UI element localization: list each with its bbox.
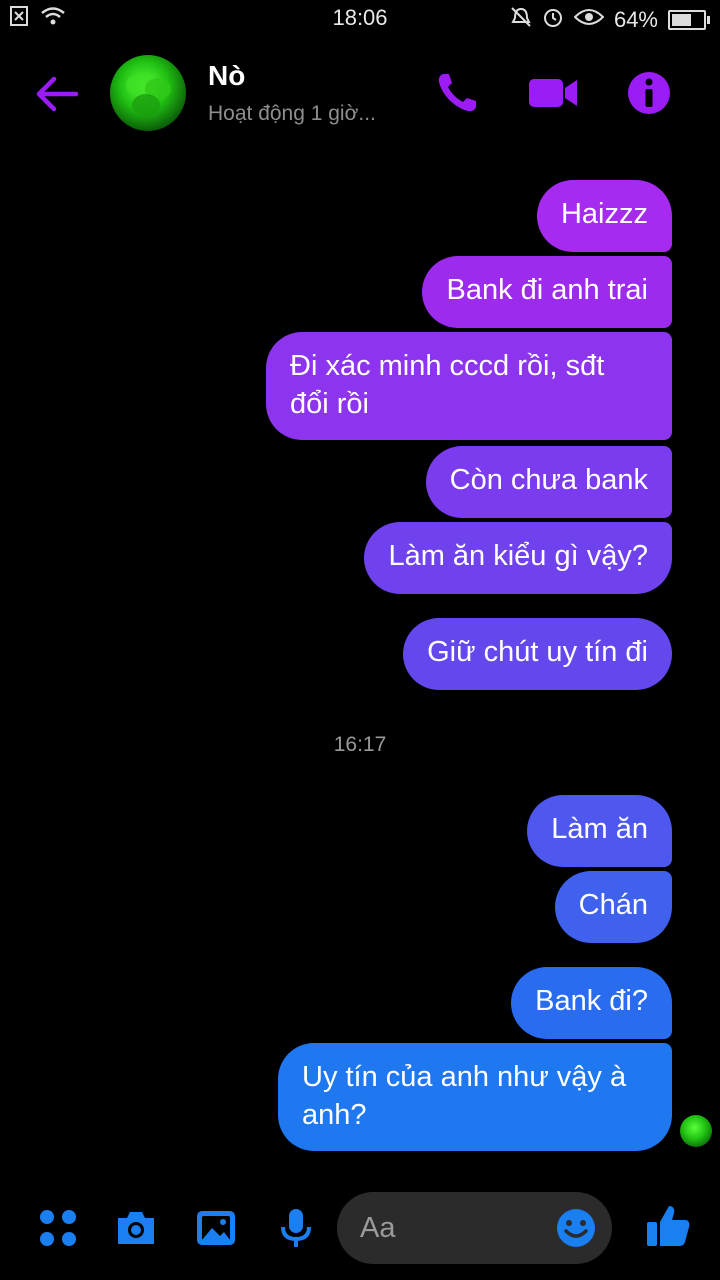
like-button[interactable]	[644, 1202, 692, 1250]
info-icon	[628, 72, 670, 114]
voice-call-button[interactable]	[432, 68, 482, 118]
video-icon	[529, 79, 577, 107]
message-row: Bank đi anh trai	[422, 256, 672, 328]
contact-name[interactable]: Nò	[208, 60, 245, 92]
back-button[interactable]	[30, 70, 82, 118]
message-bubble[interactable]: Làm ăn	[527, 795, 672, 867]
message-row: Làm ăn kiểu gì vậy?	[364, 522, 672, 594]
conversation-header: Nò Hoạt động 1 giờ...	[0, 40, 720, 150]
like-icon	[647, 1206, 690, 1246]
message-bubble[interactable]: Bank đi anh trai	[422, 256, 672, 328]
message-bubble[interactable]: Đi xác minh cccd rồi, sđt đổi rồi	[266, 332, 672, 440]
message-row: Làm ăn	[527, 795, 672, 867]
battery-percent: 64%	[613, 7, 658, 32]
message-row: Bank đi?	[511, 967, 672, 1039]
camera-button[interactable]	[114, 1206, 158, 1250]
message-bubble[interactable]: Giữ chút uy tín đi	[403, 618, 672, 690]
battery-icon	[668, 10, 710, 30]
apps-button[interactable]	[36, 1206, 80, 1250]
video-call-button[interactable]	[526, 68, 580, 118]
mute-icon	[510, 6, 532, 34]
message-row: Giữ chút uy tín đi	[403, 618, 672, 690]
composer-bar: Aa	[0, 1190, 720, 1270]
seen-indicator-avatar	[680, 1115, 712, 1147]
presence-status: Hoạt động 1 giờ...	[208, 102, 376, 125]
message-bubble[interactable]: Uy tín của anh như vậy à anh?	[278, 1043, 672, 1151]
message-input-placeholder: Aa	[360, 1212, 396, 1244]
message-bubble[interactable]: Chán	[554, 871, 672, 943]
message-row: Uy tín của anh như vậy à anh?	[278, 1043, 672, 1151]
back-arrow-icon	[36, 76, 79, 112]
message-input[interactable]: Aa	[337, 1192, 612, 1264]
image-icon	[197, 1211, 235, 1245]
message-bubble[interactable]: Còn chưa bank	[425, 446, 672, 518]
alarm-icon	[542, 6, 564, 34]
gallery-button[interactable]	[194, 1206, 238, 1250]
eye-icon	[573, 7, 605, 33]
apps-icon	[40, 1210, 76, 1246]
message-bubble[interactable]: Haizzz	[536, 180, 672, 252]
info-button[interactable]	[624, 68, 674, 118]
message-row: Còn chưa bank	[425, 446, 672, 518]
message-row: Haizzz	[536, 180, 672, 252]
message-row: Đi xác minh cccd rồi, sđt đổi rồi	[266, 332, 672, 440]
status-bar: 18:06 64%	[0, 0, 720, 38]
emoji-button[interactable]	[556, 1208, 596, 1248]
message-bubble[interactable]: Làm ăn kiểu gì vậy?	[364, 522, 672, 594]
voice-record-button[interactable]	[274, 1206, 318, 1250]
message-bubble[interactable]: Bank đi?	[511, 967, 672, 1039]
emoji-icon	[557, 1209, 595, 1247]
mic-icon	[281, 1209, 311, 1247]
phone-icon	[438, 74, 476, 112]
message-timestamp: 16:17	[333, 733, 387, 756]
contact-avatar[interactable]	[110, 55, 186, 131]
message-row: Chán	[554, 871, 672, 943]
camera-icon	[118, 1212, 154, 1244]
